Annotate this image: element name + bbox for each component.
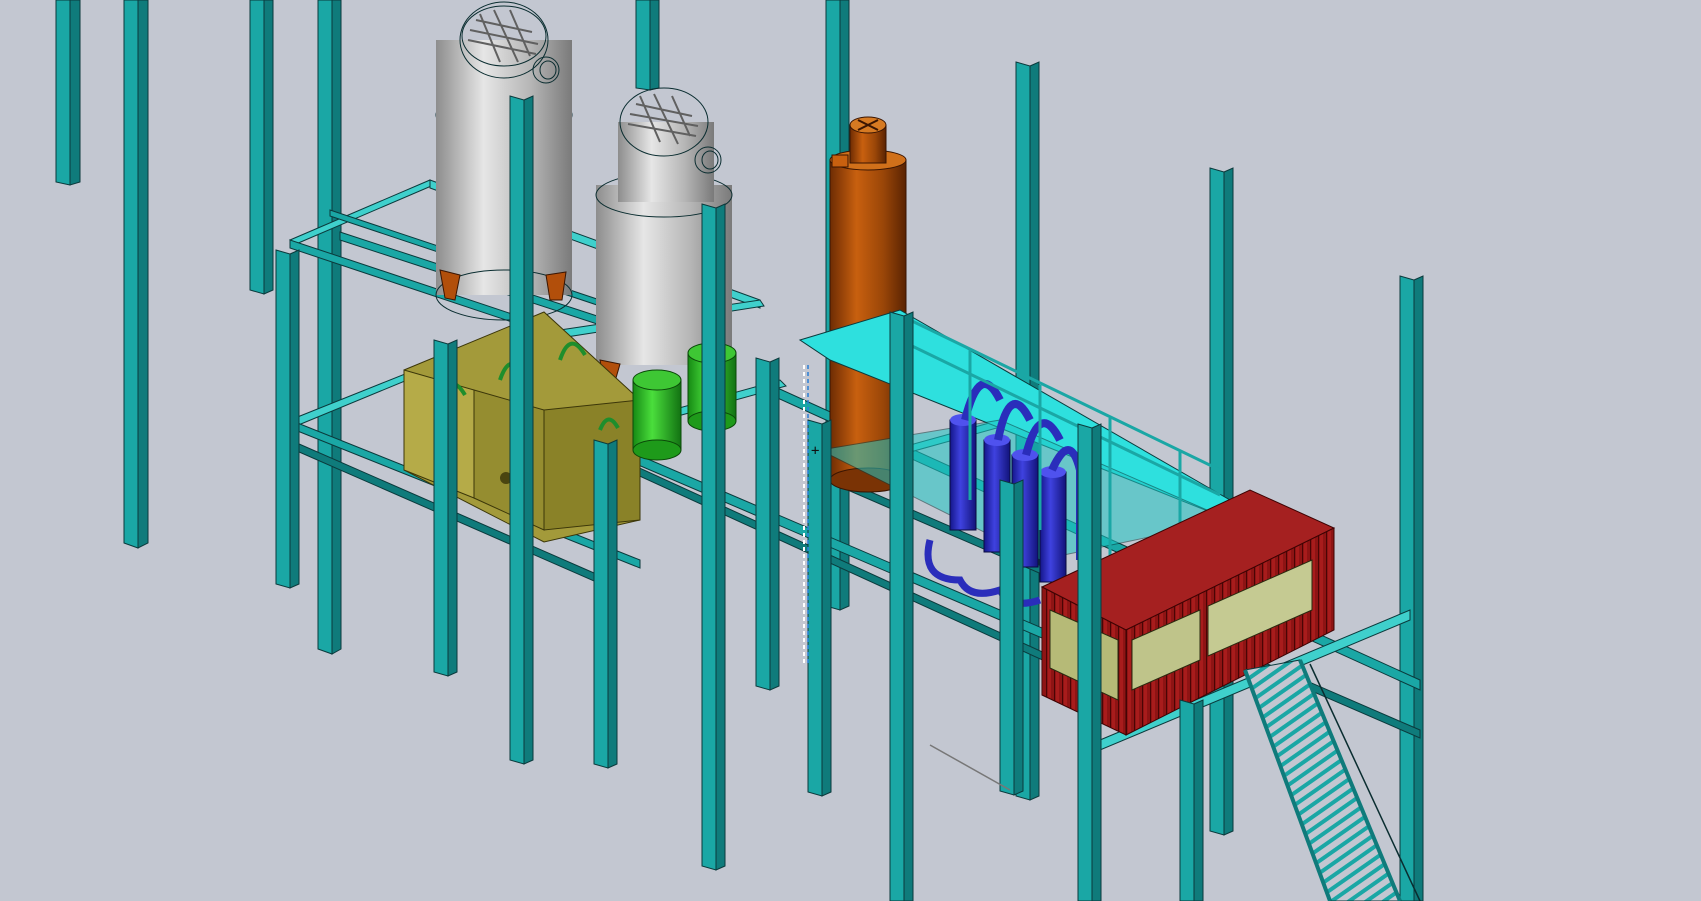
steel-column bbox=[123, 0, 149, 549]
guide-line bbox=[929, 744, 1011, 791]
blue-vessel bbox=[949, 414, 977, 531]
steel-column bbox=[55, 0, 81, 186]
steel-structure-frame[interactable] bbox=[55, 0, 1424, 901]
cad-3d-viewport[interactable]: + bbox=[0, 0, 1701, 901]
steel-column bbox=[249, 0, 274, 295]
steel-column bbox=[317, 0, 342, 655]
blue-vessel bbox=[1039, 466, 1067, 583]
silo-left[interactable] bbox=[435, 1, 573, 321]
steel-column bbox=[635, 0, 660, 91]
green-filter-left[interactable] bbox=[632, 369, 682, 461]
steel-column bbox=[1399, 275, 1424, 901]
svg-text:+: + bbox=[811, 443, 819, 459]
model-scene[interactable]: + bbox=[0, 0, 1701, 901]
